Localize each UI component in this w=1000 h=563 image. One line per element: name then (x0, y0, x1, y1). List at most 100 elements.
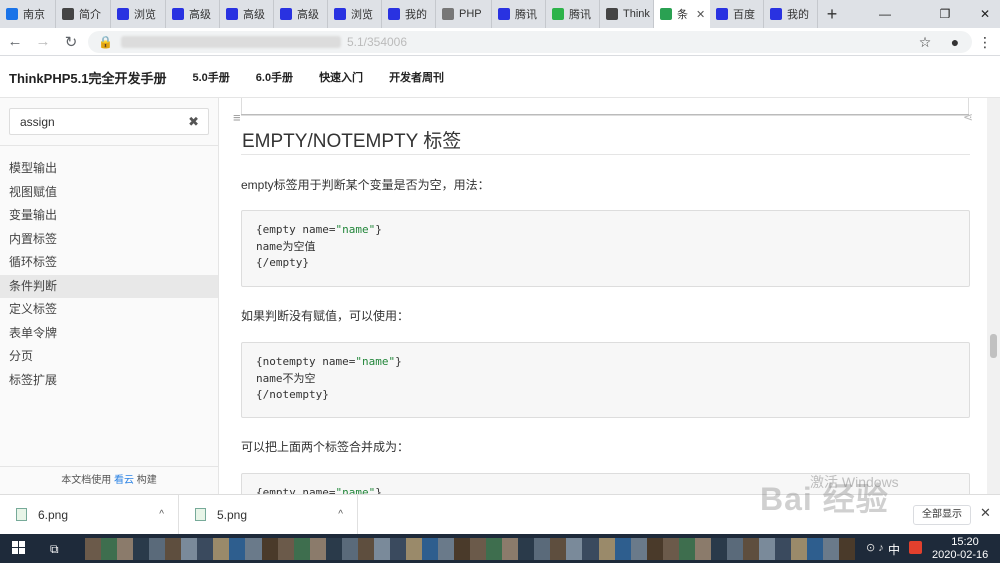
site-logo[interactable]: ThinkPHP5.1完全开发手册 (9, 68, 166, 87)
browser-tab[interactable]: 腾讯 (546, 0, 600, 28)
nav-link-quickstart[interactable]: 快速入门 (319, 69, 363, 85)
browser-tab[interactable]: 高级 (274, 0, 328, 28)
sidebar-item[interactable]: 定义标签 (0, 298, 218, 322)
browser-tab[interactable]: 南京 (0, 0, 56, 28)
browser-tab[interactable]: 高级 (220, 0, 274, 28)
taskbar-app-icon[interactable] (133, 538, 150, 560)
windows-start-icon[interactable] (12, 541, 26, 555)
chevron-up-icon[interactable]: ^ (338, 509, 343, 520)
star-icon[interactable]: ☆ (910, 34, 940, 51)
system-tray-icons[interactable]: ⊙ ♪ (866, 541, 884, 554)
taskbar-app-icon[interactable] (149, 538, 166, 560)
taskbar-app-icon[interactable] (710, 538, 727, 560)
menu-icon[interactable]: ⋮ (970, 34, 1000, 51)
browser-tab[interactable]: 简介 (56, 0, 111, 28)
forward-icon[interactable]: → (30, 29, 56, 55)
taskbar-app-icon[interactable] (309, 538, 326, 560)
taskbar-app-icon[interactable] (293, 538, 310, 560)
taskbar-app-icon[interactable] (389, 538, 406, 560)
taskbar-app-icon[interactable] (181, 538, 198, 560)
taskbar-app-icon[interactable] (758, 538, 776, 560)
download-item[interactable]: 5.png ^ (179, 494, 358, 535)
taskbar-app-icon[interactable] (694, 538, 711, 560)
sidebar-item[interactable]: 视图赋值 (0, 181, 218, 205)
share-icon[interactable]: ⋖ (963, 110, 973, 124)
reload-icon[interactable]: ↻ (58, 29, 84, 55)
taskbar-app-icon[interactable] (405, 538, 422, 560)
browser-tab[interactable]: 浏览 (111, 0, 166, 28)
close-tab-icon[interactable]: ✕ (696, 8, 705, 21)
browser-tab[interactable]: 腾讯 (492, 0, 546, 28)
taskbar-app-icon[interactable] (630, 538, 647, 560)
taskbar-app-icon[interactable] (117, 538, 134, 560)
taskbar-app-icon[interactable] (775, 538, 792, 560)
taskbar-app-icon[interactable] (742, 538, 759, 560)
taskbar-app-icon[interactable] (470, 538, 487, 560)
taskbar-app-icon[interactable] (550, 538, 567, 560)
nav-link-weekly[interactable]: 开发者周刊 (389, 69, 444, 85)
sidebar-item[interactable]: 分页 (0, 345, 218, 369)
new-tab-button[interactable]: + (818, 0, 846, 28)
taskbar-app-icon[interactable] (101, 538, 118, 560)
taskbar-app-icon[interactable] (229, 538, 246, 560)
taskbar-app-icon[interactable] (213, 538, 230, 560)
kanyun-link[interactable]: 看云 (114, 475, 134, 486)
close-window-button[interactable]: ✕ (962, 0, 1000, 28)
taskbar-app-icon[interactable] (566, 538, 583, 560)
sidebar-item[interactable]: 条件判断 (0, 274, 218, 298)
taskbar-app-icon[interactable] (357, 538, 374, 560)
browser-tab[interactable]: 高级 (166, 0, 220, 28)
clock-date[interactable]: 2020-02-16 (932, 549, 988, 561)
close-download-shelf-icon[interactable]: ✕ (980, 505, 991, 521)
sidebar-item[interactable]: 标签扩展 (0, 369, 218, 393)
address-bar[interactable]: 🔒 5.1/354006 (88, 31, 972, 53)
taskbar-app-icon[interactable] (325, 538, 342, 560)
nav-link-5-0[interactable]: 5.0手册 (192, 69, 229, 85)
browser-tab[interactable]: 条 ✕ (654, 0, 710, 28)
taskbar-app-icon[interactable] (486, 538, 503, 560)
taskbar-app-icon[interactable] (502, 538, 519, 560)
taskbar-app-icon[interactable] (454, 538, 471, 560)
browser-tab[interactable]: Think (600, 0, 654, 28)
chevron-up-icon[interactable]: ^ (159, 509, 164, 520)
taskbar-app-icon[interactable] (534, 538, 551, 560)
clear-search-icon[interactable]: ✖ (188, 114, 199, 130)
sidebar-item[interactable]: 模型输出 (0, 157, 218, 181)
taskbar-app-icon[interactable] (197, 538, 214, 560)
task-view-icon[interactable]: ⧉ (50, 542, 59, 557)
back-icon[interactable]: ← (2, 29, 28, 55)
clock-time[interactable]: 15:20 (940, 536, 990, 548)
toc-toggle-icon[interactable]: ≡ (233, 110, 241, 125)
sidebar-item[interactable]: 内置标签 (0, 228, 218, 252)
taskbar-app-icon[interactable] (421, 538, 439, 560)
taskbar-app-icon[interactable] (165, 538, 182, 560)
profile-icon[interactable]: ● (940, 34, 970, 50)
scrollbar-thumb[interactable] (990, 334, 997, 358)
search-input[interactable]: assign ✖ (9, 108, 209, 135)
taskbar-app-icon[interactable] (662, 538, 679, 560)
browser-tab[interactable]: 我的 (764, 0, 818, 28)
minimize-button[interactable]: — (862, 0, 908, 28)
taskbar-app-icon[interactable] (839, 538, 856, 560)
taskbar-app-icon[interactable] (341, 538, 358, 560)
taskbar-app-icon[interactable] (261, 538, 278, 560)
taskbar-app-icon[interactable] (245, 538, 262, 560)
browser-tab[interactable]: 我的 (382, 0, 436, 28)
taskbar-app-icon[interactable] (807, 538, 824, 560)
taskbar-app-icon[interactable] (85, 538, 102, 560)
taskbar-app-icon[interactable] (791, 538, 808, 560)
taskbar-app-icon[interactable] (726, 538, 743, 560)
taskbar-app-icon[interactable] (438, 538, 455, 560)
sidebar-item[interactable]: 循环标签 (0, 251, 218, 275)
taskbar-app-icon[interactable] (582, 538, 599, 560)
download-item[interactable]: 6.png ^ (0, 494, 179, 535)
page-scrollbar[interactable] (987, 98, 1000, 494)
taskbar-app-icon[interactable] (646, 538, 663, 560)
taskbar-app-icon[interactable] (598, 538, 615, 560)
show-all-button[interactable]: 全部显示 (913, 505, 971, 525)
browser-tab[interactable]: 浏览 (328, 0, 382, 28)
sidebar-item[interactable]: 表单令牌 (0, 322, 218, 346)
taskbar-app-icon[interactable] (373, 538, 390, 560)
taskbar-app-icon[interactable] (277, 538, 294, 560)
nav-link-6-0[interactable]: 6.0手册 (256, 69, 293, 85)
